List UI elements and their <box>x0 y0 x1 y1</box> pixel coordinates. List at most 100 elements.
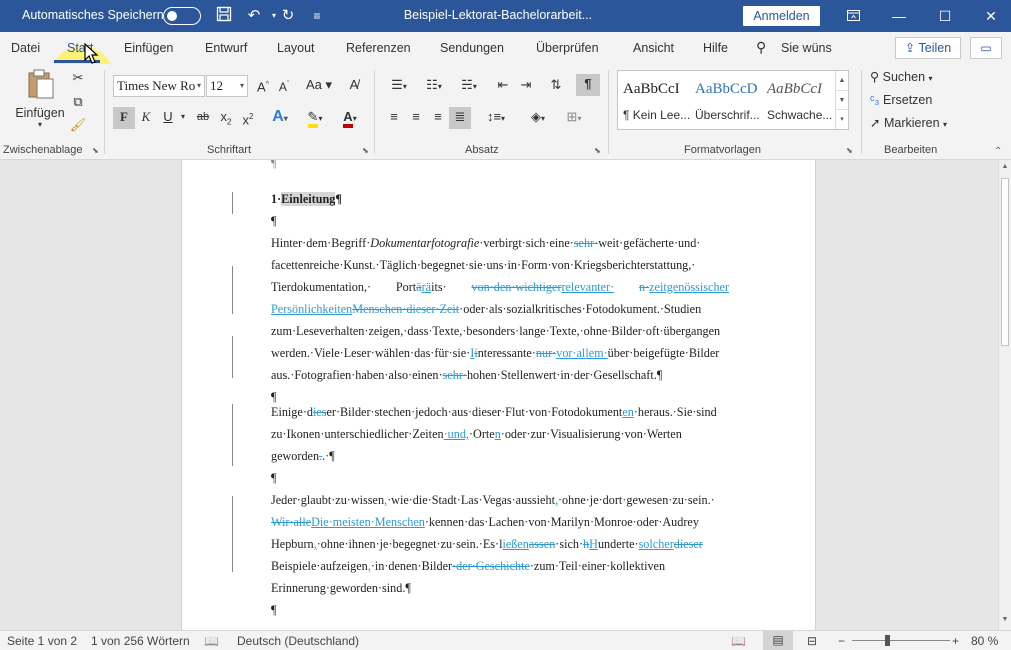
style-kein-leerraum[interactable]: AaBbCcI ¶ Kein Lee... <box>618 71 690 129</box>
maximize-icon[interactable]: ☐ <box>922 0 968 32</box>
body-line[interactable]: Beispiele·aufzeigen,·in·denen·Bilder·der… <box>271 557 729 577</box>
copy-icon[interactable]: ⧉ <box>68 92 88 112</box>
shrink-font-icon[interactable]: Aˇ <box>275 75 293 97</box>
bullets-icon[interactable]: ☰▾ <box>383 75 415 97</box>
cut-icon[interactable]: ✂ <box>68 68 88 88</box>
gallery-down-icon[interactable]: ▼ <box>836 90 848 109</box>
sort-icon[interactable]: ⇅ <box>545 75 567 95</box>
vertical-scrollbar[interactable]: ▲ ▼ <box>998 160 1011 630</box>
change-case-icon[interactable]: Aa ▾ <box>304 75 334 95</box>
justify-icon[interactable]: ≣ <box>449 107 471 129</box>
close-icon[interactable]: ✕ <box>968 0 1011 32</box>
body-line[interactable]: geworden..·¶ <box>271 447 729 467</box>
superscript-icon[interactable]: x2 <box>238 107 258 130</box>
language-indicator[interactable]: Deutsch (Deutschland) <box>237 634 359 648</box>
body-line[interactable]: zu·Ikonen·unterschiedlicher·Zeiten·und,·… <box>271 425 729 445</box>
increase-indent-icon[interactable]: ⇥ <box>515 75 537 95</box>
zoom-in-icon[interactable]: + <box>952 634 959 648</box>
ribbon-display-icon[interactable] <box>830 0 876 32</box>
grow-font-icon[interactable]: A^ <box>254 75 272 97</box>
body-line[interactable]: Wir·alleDie·meisten·Menschen·kennen·das·… <box>271 513 729 533</box>
italic-button[interactable]: K <box>136 107 156 127</box>
find-button[interactable]: ⚲ Suchen ▾ <box>870 67 950 89</box>
tab-datei[interactable]: Datei <box>11 41 40 55</box>
clear-formatting-icon[interactable]: A̸ <box>343 75 365 95</box>
shading-icon[interactable]: ◈▾ <box>522 107 554 129</box>
styles-launcher-icon[interactable]: ⬊ <box>846 146 853 155</box>
body-line[interactable]: werden.·Viele·Leser·wählen·das·für·sie·I… <box>271 344 729 364</box>
body-line[interactable]: PersönlichkeitenMenschen·dieser·Zeit·ode… <box>271 300 729 320</box>
tab-ansicht[interactable]: Ansicht <box>633 41 674 55</box>
scroll-down-icon[interactable]: ▼ <box>999 616 1011 623</box>
tab-entwurf[interactable]: Entwurf <box>205 41 247 55</box>
minimize-icon[interactable]: — <box>876 0 922 32</box>
zoom-slider[interactable] <box>852 640 950 641</box>
multilevel-list-icon[interactable]: ☵▾ <box>453 75 485 97</box>
font-family-select[interactable]: Times New Ro ▾ <box>113 75 205 97</box>
zoom-slider-thumb[interactable] <box>885 635 890 646</box>
redo-icon[interactable]: ↻ <box>277 6 299 26</box>
autosave-toggle[interactable] <box>163 7 201 25</box>
align-right-icon[interactable]: ≡ <box>427 107 449 127</box>
save-icon[interactable] <box>213 6 235 26</box>
tab-layout[interactable]: Layout <box>277 41 315 55</box>
customize-qat-icon[interactable]: ≡ <box>306 6 328 26</box>
read-mode-icon[interactable]: 📖 <box>731 634 746 648</box>
tab-hilfe[interactable]: Hilfe <box>703 41 728 55</box>
clipboard-launcher-icon[interactable]: ⬊ <box>92 146 99 155</box>
collapse-ribbon-icon[interactable]: ⌃ <box>994 146 1002 157</box>
replace-button[interactable]: ᶜ₃ Ersetzen <box>870 90 950 110</box>
zoom-level[interactable]: 80 % <box>971 634 998 648</box>
document-page[interactable]: ¶ 1·Einleitung¶ ¶ Hinter·dem·Begriff·Dok… <box>181 160 816 630</box>
web-layout-icon[interactable]: ⊟ <box>807 634 817 648</box>
tab-einfuegen[interactable]: Einfügen <box>124 41 173 55</box>
bold-button[interactable]: F <box>113 107 135 129</box>
select-button[interactable]: ➚ Markieren ▾ <box>870 113 960 135</box>
align-left-icon[interactable]: ≡ <box>383 107 405 127</box>
comments-icon[interactable]: ▭ <box>970 37 1002 59</box>
search-icon[interactable]: ⚲ <box>756 39 766 56</box>
heading-einleitung[interactable]: 1·Einleitung¶ <box>271 190 729 210</box>
paste-button[interactable]: Einfügen ▾ <box>14 68 66 134</box>
proofing-icon[interactable]: 📖 <box>204 634 219 648</box>
gallery-more-icon[interactable]: ▾ <box>836 109 848 128</box>
signin-button[interactable]: Anmelden <box>743 6 820 26</box>
page-count[interactable]: Seite 1 von 2 <box>7 634 77 648</box>
format-painter-icon[interactable]: 🖌 <box>68 115 88 135</box>
body-line[interactable]: Jeder·glaubt·zu·wissen,·wie·die·Stadt·La… <box>271 491 729 511</box>
paragraph-launcher-icon[interactable]: ⬊ <box>594 146 601 155</box>
undo-icon[interactable]: ↶ <box>243 6 265 26</box>
body-line[interactable]: facettenreiche·Kunst.·Täglich·begegnet·s… <box>271 256 729 276</box>
numbering-icon[interactable]: ☷▾ <box>418 75 450 97</box>
tab-sendungen[interactable]: Sendungen <box>440 41 504 55</box>
line-spacing-icon[interactable]: ↕≡▾ <box>480 107 512 129</box>
font-size-select[interactable]: 12 ▾ <box>206 75 248 97</box>
show-formatting-icon[interactable]: ¶ <box>576 74 600 96</box>
gallery-scroll[interactable]: ▲ ▼ ▾ <box>835 71 848 129</box>
body-line[interactable]: Tierdokumentation,· Portäräits· von·den·… <box>271 278 729 298</box>
align-center-icon[interactable]: ≡ <box>405 107 427 127</box>
gallery-up-icon[interactable]: ▲ <box>836 71 848 90</box>
borders-icon[interactable]: ⊞▾ <box>558 107 590 129</box>
body-line[interactable]: Hepburn,·ohne·ihnen·je·begegnet·zu·sein.… <box>271 535 729 555</box>
tab-referenzen[interactable]: Referenzen <box>346 41 411 55</box>
scroll-thumb[interactable] <box>1001 178 1009 346</box>
scroll-up-icon[interactable]: ▲ <box>999 163 1011 170</box>
subscript-icon[interactable]: x2 <box>216 107 236 133</box>
body-line[interactable]: Einige·dieser·Bilder·stechen·jedoch·aus·… <box>271 403 729 423</box>
share-button[interactable]: ⇪ Teilen <box>895 37 961 59</box>
underline-button[interactable]: U <box>158 107 178 127</box>
style-schwache-hervorhebung[interactable]: AaBbCcI Schwache... <box>762 71 834 129</box>
zoom-out-icon[interactable]: − <box>838 634 845 648</box>
strikethrough-icon[interactable]: ab <box>192 107 214 127</box>
style-ueberschrift[interactable]: AaBbCcD Überschrif... <box>690 71 762 129</box>
print-layout-icon[interactable]: ▤ <box>763 631 793 650</box>
text-effects-icon[interactable]: A▾ <box>267 107 293 129</box>
underline-dropdown-icon[interactable]: ▾ <box>178 107 188 127</box>
body-line[interactable]: zum·Leseverhalten·zeigen,·dass·Texte,·be… <box>271 322 729 342</box>
body-line[interactable]: aus.·Fotografien·haben·also·einen·sehr·h… <box>271 366 729 386</box>
tell-me-search[interactable]: Sie wüns <box>781 41 832 55</box>
word-count[interactable]: 1 von 256 Wörtern <box>91 634 190 648</box>
tab-ueberpruefen[interactable]: Überprüfen <box>536 41 599 55</box>
highlight-color-icon[interactable]: ✎▾ <box>300 107 330 129</box>
